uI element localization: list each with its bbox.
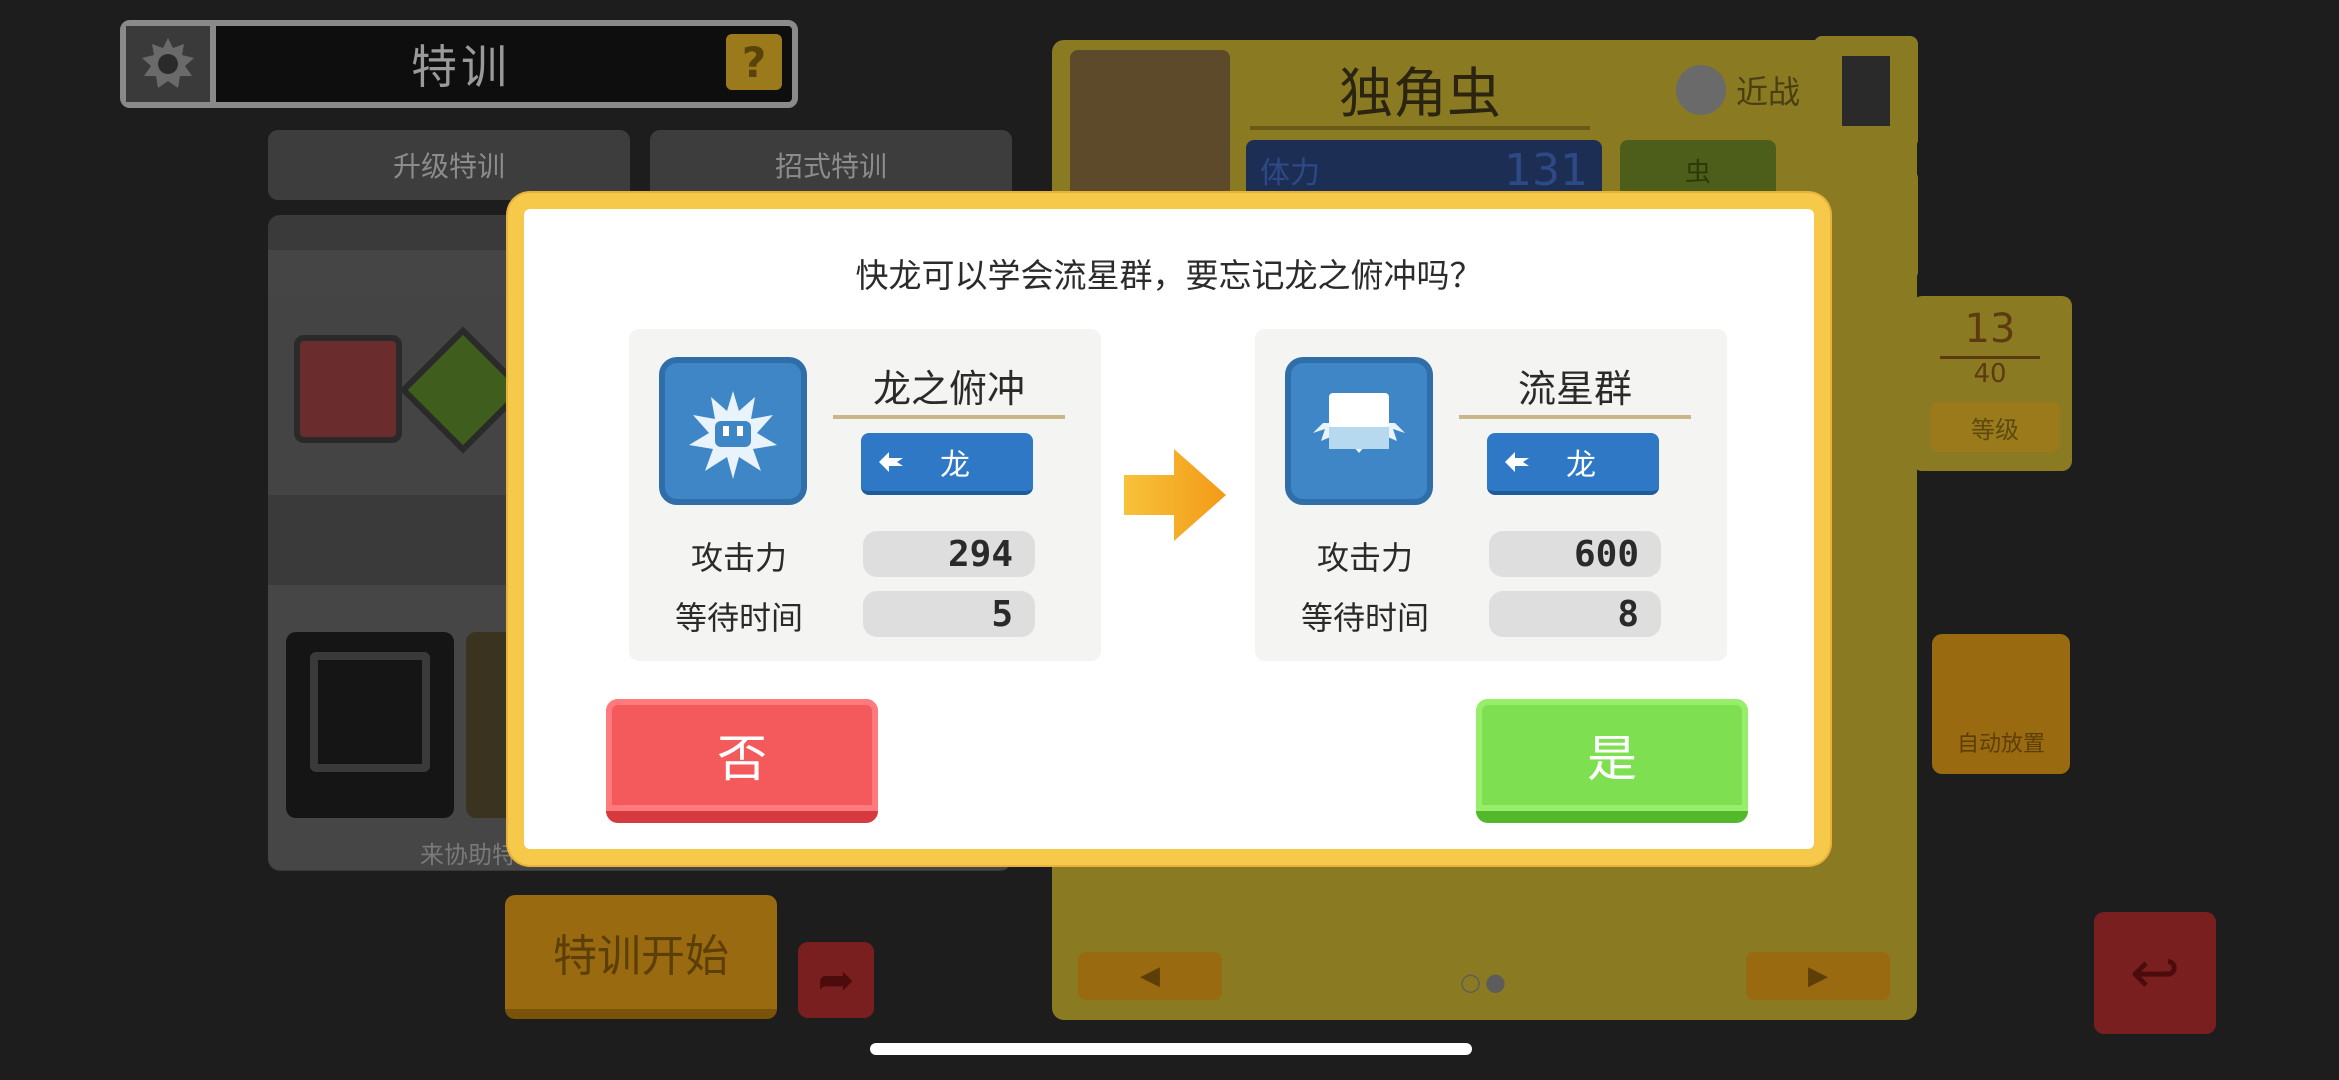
old-wait-label: 等待时间 (674, 599, 803, 637)
old-attack-value: 294 (863, 531, 1035, 577)
new-attack-value: 600 (1489, 531, 1661, 577)
level-label: 等级 (1930, 402, 2060, 452)
helper-footer-text: 来协助特 (420, 841, 516, 869)
tab-level-training[interactable]: 升级特训 (268, 130, 630, 200)
pokemon-portrait[interactable] (294, 335, 402, 443)
old-attack-label: 攻击力 (690, 539, 787, 577)
level-max: 40 (1940, 356, 2040, 389)
draco-meteor-icon (1285, 357, 1433, 505)
combat-style: 近战 (1620, 55, 1800, 125)
dragon-rush-icon (659, 357, 807, 505)
hp-bar: 体力 131 (1246, 140, 1602, 200)
gear-icon[interactable] (126, 26, 216, 102)
home-indicator[interactable] (870, 1043, 1472, 1055)
game-screen: 特训 ? 升级特训 招式特训 来协助特 特训开始 ➦ 独角虫 近战 体力 131… (0, 0, 2339, 1080)
old-move-type: 龙 (861, 433, 1033, 495)
new-move-card: 流星群 龙 攻击力 600 等待时间 8 (1255, 329, 1727, 661)
auto-place-button[interactable]: 自动放置 (1932, 634, 2070, 774)
dialog-prompt: 快龙可以学会流星群，要忘记龙之俯冲吗？ (855, 256, 1483, 295)
help-button[interactable]: ? (726, 34, 782, 90)
page-indicator: ○● (1460, 968, 1510, 996)
back-icon[interactable]: ↩ (2094, 912, 2216, 1034)
old-move-name: 龙之俯冲 (833, 355, 1065, 419)
type-tag: 虫 (1620, 140, 1776, 200)
old-move-card: 龙之俯冲 龙 攻击力 294 等待时间 5 (629, 329, 1101, 661)
hp-label: 体力 (1260, 156, 1320, 191)
dragon-type-icon (879, 452, 903, 472)
arrow-right-icon (1124, 449, 1226, 545)
forget-move-dialog: 快龙可以学会流星群，要忘记龙之俯冲吗？ 龙之俯冲 龙 攻击力 294 等待时间 … (508, 193, 1830, 865)
dragon-type-icon (1505, 452, 1529, 472)
old-wait-value: 5 (863, 591, 1035, 637)
prev-page-button[interactable]: ◀ (1078, 952, 1222, 1000)
new-wait-label: 等待时间 (1300, 599, 1429, 637)
search-icon[interactable] (1846, 170, 1918, 280)
hp-value: 131 (1504, 144, 1588, 196)
new-move-name: 流星群 (1459, 355, 1691, 419)
old-move-type-label: 龙 (940, 448, 970, 483)
pokemon-avatar (1070, 50, 1230, 200)
new-move-type-label: 龙 (1566, 448, 1596, 483)
screen-title: 特训 (411, 40, 511, 94)
new-wait-value: 8 (1489, 591, 1661, 637)
level-value: 13 (1964, 306, 2016, 352)
new-attack-label: 攻击力 (1316, 539, 1413, 577)
title-bar: 特训 ? (120, 20, 798, 108)
tab-move-training[interactable]: 招式特训 (650, 130, 1012, 200)
helper-slot-empty[interactable] (286, 632, 454, 818)
share-icon[interactable]: ➦ (798, 942, 874, 1018)
yes-button[interactable]: 是 (1476, 699, 1748, 823)
new-move-type: 龙 (1487, 433, 1659, 495)
combat-style-icon (1675, 65, 1726, 115)
bookmark-icon (1842, 56, 1890, 126)
next-page-button[interactable]: ▶ (1746, 952, 1890, 1000)
no-button[interactable]: 否 (606, 699, 878, 823)
favorite-button[interactable] (1814, 36, 1918, 148)
start-training-button[interactable]: 特训开始 (505, 895, 777, 1019)
combat-style-label: 近战 (1735, 73, 1800, 111)
pokemon-name: 独角虫 (1250, 50, 1590, 130)
